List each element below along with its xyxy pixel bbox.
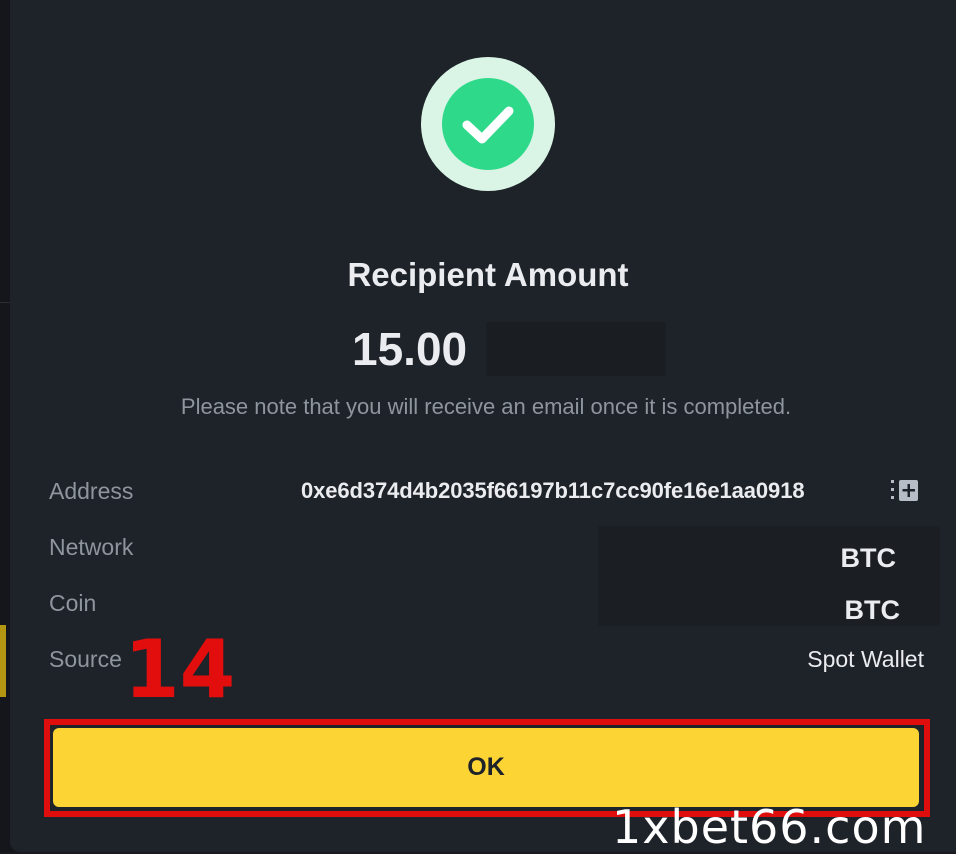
coin-label: Coin [49,590,97,616]
address-value: 0xe6d374d4b2035f66197b11c7cc90fe16e1aa09… [301,478,805,503]
network-label: Network [49,534,134,560]
copy-icon[interactable] [891,478,919,504]
source-label: Source [49,646,122,672]
email-notice: Please note that you will receive an ema… [180,394,792,419]
ok-button[interactable]: OK [53,728,919,807]
watermark-text: 1xbet66.com [612,800,927,854]
network-value: BTC [840,543,897,573]
amount-redaction [486,322,666,376]
recipient-amount-value: 15.00 [352,323,468,375]
success-check-icon [442,78,534,170]
coin-value: BTC [844,595,901,625]
source-value: Spot Wallet [807,646,924,672]
background-accent-strip [0,625,6,697]
address-label: Address [49,478,134,504]
dialog-title: Recipient Amount [347,256,629,293]
step-number-annotation: 14 [124,623,236,716]
